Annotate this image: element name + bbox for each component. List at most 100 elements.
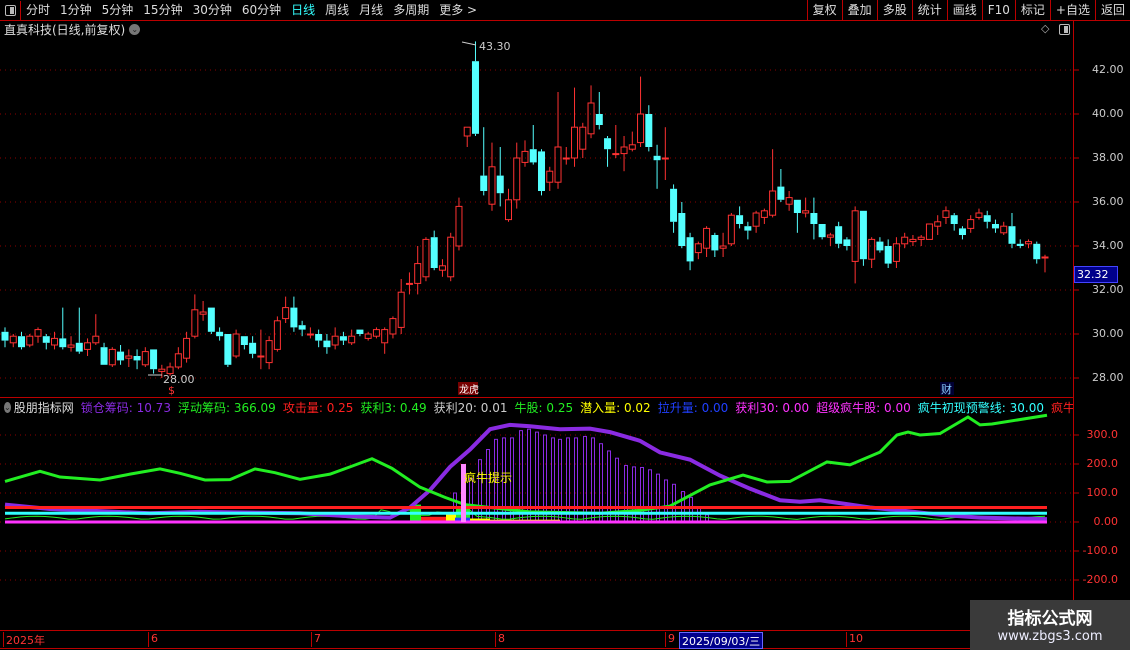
candle-body <box>983 215 991 222</box>
candle-body <box>356 329 364 334</box>
candle <box>1008 213 1016 249</box>
chip-bar <box>558 438 562 523</box>
candle <box>183 331 191 363</box>
candle <box>917 235 925 246</box>
candle-body <box>942 210 950 218</box>
candle <box>1024 239 1032 249</box>
candle <box>100 342 108 365</box>
chip-bar <box>664 479 668 523</box>
indicator-number: 0.25 <box>326 400 354 415</box>
candle <box>191 294 199 339</box>
candle-body <box>538 151 546 191</box>
candle-body <box>240 336 248 345</box>
candle-body <box>488 166 496 205</box>
candle-body <box>521 150 529 163</box>
indicator-label: 获利3 <box>360 400 393 415</box>
indicator-value: 获利3: 0.49 <box>360 399 426 416</box>
candle-body <box>496 175 504 194</box>
candle-body <box>562 157 570 160</box>
candle-body <box>59 338 67 348</box>
separator: : <box>318 400 327 415</box>
candle <box>306 327 314 339</box>
candle-body <box>381 329 389 344</box>
candle <box>257 329 265 370</box>
price-axis-label: 34.00 <box>1092 239 1124 252</box>
candle <box>174 347 182 370</box>
candle <box>719 232 727 257</box>
candle-body <box>42 336 50 343</box>
candle <box>496 147 504 207</box>
price-axis-label: 30.00 <box>1092 327 1124 340</box>
candle <box>430 230 438 271</box>
candle-body <box>653 155 661 161</box>
indicator-label: 锁仓筹码 <box>80 400 129 415</box>
candle <box>975 208 983 220</box>
candle <box>117 345 125 365</box>
candle-body <box>934 221 942 227</box>
candle-body <box>257 355 265 358</box>
candle-body <box>513 157 521 201</box>
candle <box>397 279 405 334</box>
candle-body <box>216 331 224 337</box>
chip-bar <box>599 443 603 523</box>
candle <box>744 221 752 240</box>
candle-body <box>686 237 694 262</box>
indicator-number: 0.02 <box>623 400 651 415</box>
candle <box>752 210 760 233</box>
kline-chart[interactable]: 43.30 28.00 $ 龙虎 财疯牛提示 <box>0 0 1130 650</box>
candle-body <box>298 325 306 330</box>
candle-body <box>925 223 933 240</box>
chip-bar <box>583 435 587 523</box>
indicator-label: 牛股 <box>514 400 539 415</box>
price-axis-label: 36.00 <box>1092 195 1124 208</box>
candle <box>934 215 942 235</box>
candle <box>670 184 678 233</box>
candle-body <box>727 214 735 245</box>
candle <box>59 307 67 350</box>
candle-body <box>117 351 125 361</box>
candle-body <box>504 199 512 221</box>
candle-body <box>694 243 702 254</box>
candle-body <box>150 349 158 370</box>
candle <box>207 307 215 334</box>
watermark: 指标公式网 www.zbgs3.com <box>970 600 1130 650</box>
indicator-number: 0.01 <box>480 400 508 415</box>
indicator-label: 拉升量 <box>657 400 694 415</box>
watermark-title: 指标公式网 <box>1007 609 1093 629</box>
candle-body <box>331 335 339 346</box>
indicator-label: 浮动筹码 <box>177 400 226 415</box>
indicator-header: ⌄ 股朋指标网 锁仓筹码: 10.73 浮动筹码: 366.09 攻击量: 0.25… <box>0 397 1073 416</box>
candle-body <box>620 146 628 155</box>
indicator-number: 10.73 <box>136 400 171 415</box>
candle <box>26 334 34 348</box>
chip-bar <box>656 473 660 523</box>
candle-body <box>463 126 471 137</box>
candle <box>232 329 240 359</box>
candle-body <box>752 212 760 227</box>
candle <box>868 237 876 268</box>
chevron-down-icon[interactable]: ⌄ <box>4 401 11 413</box>
candle <box>42 334 50 350</box>
candle-body <box>323 340 331 348</box>
axis-divider <box>1073 20 1074 630</box>
indicator-number: 366.09 <box>233 400 276 415</box>
candle-body <box>282 307 290 320</box>
candle-body <box>595 114 603 125</box>
candle-body <box>793 199 801 213</box>
candle <box>901 232 909 249</box>
candle <box>438 259 446 277</box>
candle <box>843 237 851 251</box>
candle <box>150 349 158 374</box>
candle-body <box>158 368 166 372</box>
candle <box>463 126 471 147</box>
candle <box>628 131 636 152</box>
candle <box>1 327 9 348</box>
candle <box>645 105 653 152</box>
price-axis-label: 38.00 <box>1092 151 1124 164</box>
candle <box>826 232 834 246</box>
dividend-marker: $ <box>168 384 175 397</box>
candle <box>240 336 248 350</box>
candle <box>562 147 570 165</box>
candle <box>810 197 818 240</box>
bull-hint-label: 疯牛提示 <box>464 470 512 485</box>
